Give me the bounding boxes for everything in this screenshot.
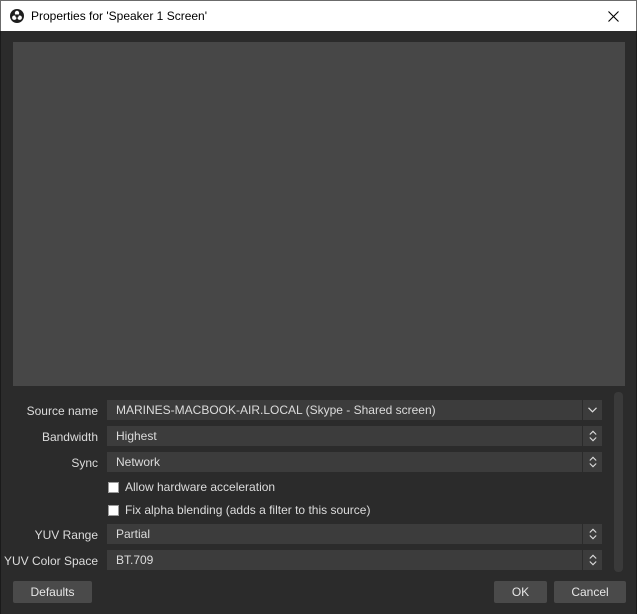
title-bar: Properties for 'Speaker 1 Screen': [0, 0, 637, 31]
close-button[interactable]: [590, 1, 636, 31]
yuv-color-space-select-toggle[interactable]: [582, 550, 602, 570]
window-title: Properties for 'Speaker 1 Screen': [31, 9, 208, 23]
ok-button[interactable]: OK: [494, 581, 547, 603]
close-icon: [607, 10, 619, 22]
hw-accel-checkbox[interactable]: [108, 481, 119, 493]
yuv-range-select-toggle[interactable]: [582, 524, 602, 544]
yuv-color-space-select[interactable]: BT.709: [107, 550, 602, 570]
source-name-dropdown-toggle[interactable]: [582, 400, 602, 420]
hw-accel-checkbox-row[interactable]: Allow hardware acceleration: [108, 479, 275, 495]
cancel-button[interactable]: Cancel: [554, 581, 626, 603]
yuv-range-select[interactable]: Partial: [107, 524, 602, 544]
spin-arrows-icon: [588, 554, 597, 566]
source-preview: [13, 42, 625, 386]
bandwidth-label: Bandwidth: [41, 430, 98, 444]
spin-arrows-icon: [588, 456, 597, 468]
yuv-color-space-value: BT.709: [116, 553, 154, 567]
obs-logo-icon: [10, 9, 24, 23]
bandwidth-select[interactable]: Highest: [107, 426, 602, 446]
sync-value: Network: [116, 455, 161, 469]
spin-arrows-icon: [588, 430, 597, 442]
source-name-value: MARINES-MACBOOK-AIR.LOCAL (Skype - Share…: [116, 403, 436, 417]
source-name-dropdown[interactable]: MARINES-MACBOOK-AIR.LOCAL (Skype - Share…: [107, 400, 602, 420]
hw-accel-label: Allow hardware acceleration: [125, 480, 276, 494]
dialog-body: Source name MARINES-MACBOOK-AIR.LOCAL (S…: [0, 31, 637, 614]
sync-select[interactable]: Network: [107, 452, 602, 472]
properties-scrollbar[interactable]: [614, 392, 623, 572]
fix-alpha-checkbox[interactable]: [108, 504, 119, 516]
source-name-label: Source name: [26, 404, 98, 418]
sync-select-toggle[interactable]: [582, 452, 602, 472]
yuv-color-space-label: YUV Color Space: [3, 554, 98, 568]
fix-alpha-label: Fix alpha blending (adds a filter to thi…: [125, 503, 371, 517]
bandwidth-value: Highest: [116, 429, 157, 443]
spin-arrows-icon: [588, 528, 597, 540]
yuv-range-value: Partial: [116, 527, 151, 541]
fix-alpha-checkbox-row[interactable]: Fix alpha blending (adds a filter to thi…: [108, 502, 370, 518]
yuv-range-label: YUV Range: [34, 528, 98, 542]
defaults-button[interactable]: Defaults: [13, 581, 92, 603]
sync-label: Sync: [71, 456, 98, 470]
bandwidth-select-toggle[interactable]: [582, 426, 602, 446]
chevron-down-icon: [588, 407, 597, 413]
